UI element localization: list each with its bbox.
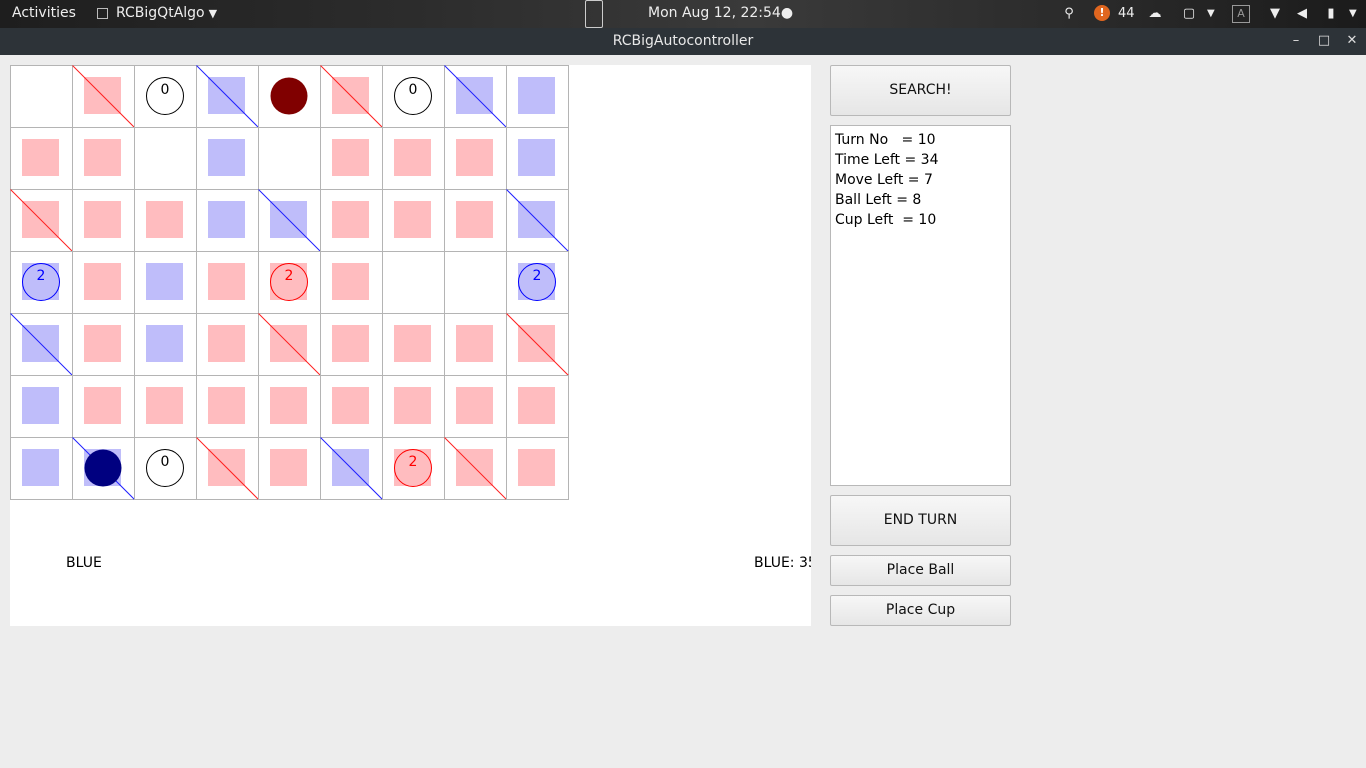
battery-icon[interactable]: ▮ bbox=[1325, 5, 1337, 23]
turn-number-line: Turn No = 10 bbox=[835, 132, 936, 148]
maximize-button[interactable]: □ bbox=[1313, 28, 1335, 54]
blue-tile bbox=[208, 201, 245, 238]
blue-tile bbox=[518, 77, 555, 114]
red-tile bbox=[456, 139, 493, 176]
chevron-down-icon[interactable]: ▼ bbox=[1207, 5, 1215, 23]
red-tile bbox=[84, 263, 121, 300]
alert-icon[interactable]: ! bbox=[1094, 5, 1110, 21]
activities-button[interactable]: Activities bbox=[12, 0, 76, 28]
blue-tile bbox=[518, 139, 555, 176]
red-ball[interactable] bbox=[270, 77, 308, 115]
red-tile bbox=[332, 139, 369, 176]
red-tile bbox=[456, 201, 493, 238]
board-cell-r3-c7[interactable] bbox=[444, 251, 507, 314]
blue-tile bbox=[208, 139, 245, 176]
cup-count-label: 0 bbox=[161, 82, 170, 98]
red-tile bbox=[394, 139, 431, 176]
red-tile bbox=[270, 387, 307, 424]
place-cup-button[interactable]: Place Cup bbox=[830, 595, 1011, 626]
red-tile bbox=[456, 325, 493, 362]
red-tile bbox=[208, 325, 245, 362]
board-panel: 0 0 2 2 2 0 2 BLUE BLUE: 35 bbox=[10, 65, 811, 626]
red-tile bbox=[332, 201, 369, 238]
red-tile bbox=[84, 325, 121, 362]
red-tile bbox=[394, 387, 431, 424]
blue-tile bbox=[146, 325, 183, 362]
time-left-line: Time Left = 34 bbox=[835, 152, 939, 168]
window-title: RCBigAutocontroller bbox=[612, 33, 754, 49]
app-menu[interactable]: RCBigQtAlgo ▼ bbox=[97, 0, 217, 28]
red-tile bbox=[22, 139, 59, 176]
chevron-down-icon: ▼ bbox=[208, 7, 218, 20]
blue-tile bbox=[22, 387, 59, 424]
blue-ball[interactable] bbox=[84, 449, 122, 487]
red-tile bbox=[146, 387, 183, 424]
red-tile bbox=[208, 263, 245, 300]
keyboard-icon[interactable] bbox=[585, 0, 603, 28]
game-board[interactable]: 0 0 2 2 2 0 2 bbox=[10, 65, 811, 626]
search-button[interactable]: SEARCH! bbox=[830, 65, 1011, 116]
place-ball-button[interactable]: Place Ball bbox=[830, 555, 1011, 586]
system-top-bar: Activities RCBigQtAlgo ▼ Mon Aug 12, 22:5… bbox=[0, 0, 1366, 28]
red-tile bbox=[332, 263, 369, 300]
red-tile bbox=[456, 387, 493, 424]
clipboard-icon[interactable]: ▢ bbox=[1182, 5, 1196, 23]
red-tile bbox=[332, 387, 369, 424]
cup-count-label: 0 bbox=[161, 454, 170, 470]
close-button[interactable]: ✕ bbox=[1341, 28, 1363, 54]
wifi-icon[interactable]: ▼ bbox=[1266, 5, 1284, 23]
red-tile bbox=[394, 325, 431, 362]
app-icon bbox=[97, 7, 108, 19]
board-cell-r3-c6[interactable] bbox=[382, 251, 445, 314]
app-menu-label: RCBigQtAlgo bbox=[116, 5, 205, 21]
board-cell-r1-c4[interactable] bbox=[258, 127, 321, 190]
red-tile bbox=[332, 325, 369, 362]
board-cell-r0-c0[interactable] bbox=[10, 65, 73, 128]
blue-tile bbox=[146, 263, 183, 300]
cup-count-label: 2 bbox=[37, 268, 46, 284]
score-label: BLUE: 35 bbox=[754, 555, 811, 571]
red-tile bbox=[518, 387, 555, 424]
red-tile bbox=[270, 449, 307, 486]
minimize-button[interactable]: – bbox=[1285, 28, 1307, 54]
chevron-down-icon[interactable]: ▼ bbox=[1349, 5, 1357, 23]
cup-count-label: 2 bbox=[533, 268, 542, 284]
red-tile bbox=[84, 201, 121, 238]
notification-count: 44 bbox=[1118, 6, 1135, 21]
red-tile bbox=[394, 201, 431, 238]
keyboard-layout-icon[interactable]: A bbox=[1232, 5, 1250, 23]
cup-count-label: 2 bbox=[409, 454, 418, 470]
current-player-label: BLUE bbox=[66, 555, 102, 571]
accessibility-icon[interactable]: ⚲ bbox=[1062, 5, 1076, 23]
cup-count-label: 2 bbox=[285, 268, 294, 284]
cup-left-line: Cup Left = 10 bbox=[835, 212, 937, 228]
move-left-line: Move Left = 7 bbox=[835, 172, 933, 188]
clock[interactable]: Mon Aug 12, 22:54● bbox=[648, 0, 793, 28]
red-tile bbox=[146, 201, 183, 238]
window-title-bar: RCBigAutocontroller – □ ✕ bbox=[0, 28, 1366, 55]
red-tile bbox=[84, 139, 121, 176]
cup-count-label: 0 bbox=[409, 82, 418, 98]
blue-tile bbox=[22, 449, 59, 486]
volume-icon[interactable]: ◀ bbox=[1293, 5, 1311, 23]
red-tile bbox=[84, 387, 121, 424]
end-turn-button[interactable]: END TURN bbox=[830, 495, 1011, 546]
game-status-box: Turn No = 10 Time Left = 34 Move Left = … bbox=[830, 125, 1011, 486]
red-tile bbox=[208, 387, 245, 424]
red-tile bbox=[518, 449, 555, 486]
ball-left-line: Ball Left = 8 bbox=[835, 192, 922, 208]
cloud-icon[interactable]: ☁ bbox=[1146, 5, 1164, 23]
board-cell-r1-c2[interactable] bbox=[134, 127, 197, 190]
